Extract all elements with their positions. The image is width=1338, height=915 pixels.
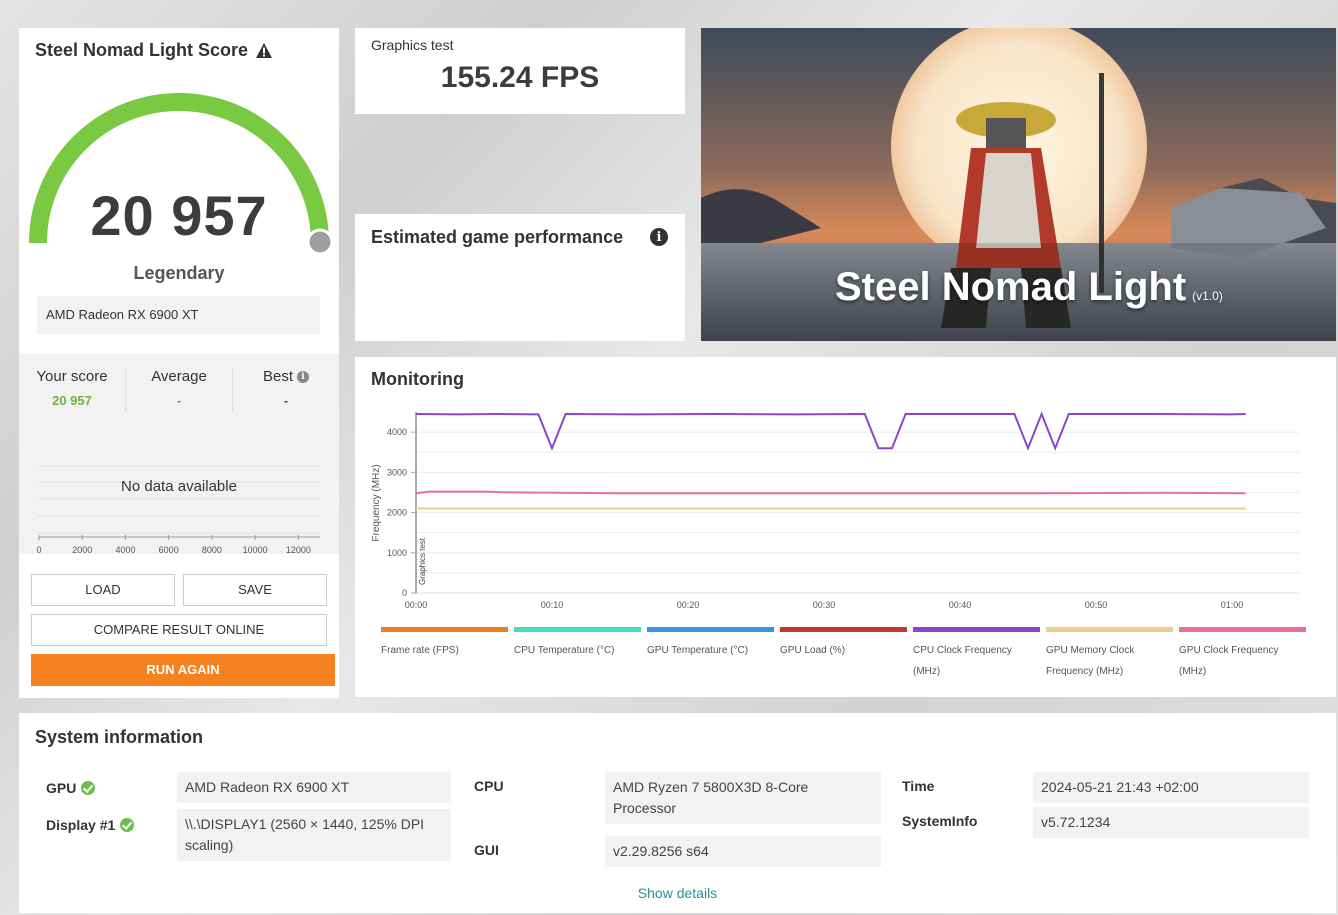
legend-swatch (1179, 627, 1306, 632)
compare-online-button[interactable]: COMPARE RESULT ONLINE (31, 614, 327, 646)
legend-item[interactable]: GPU Load (%) (780, 627, 907, 661)
score-title: Steel Nomad Light Score (35, 40, 249, 60)
x-tick-label: 00:50 (1085, 600, 1108, 610)
legend-item[interactable]: CPU Clock Frequency (MHz) (913, 627, 1040, 682)
best-value: - (283, 393, 289, 408)
histogram-tick-label: 4000 (115, 545, 135, 555)
x-tick-label: 00:20 (677, 600, 700, 610)
legend-swatch (381, 627, 508, 632)
legend-swatch (647, 627, 774, 632)
legend-label: GPU Memory Clock Frequency (MHz) (1046, 645, 1135, 677)
banner-title-text: Steel Nomad Light (835, 265, 1187, 309)
display-value: \\.\DISPLAY1 (2560 × 1440, 125% DPI scal… (177, 809, 451, 861)
average-value: - (176, 393, 182, 408)
x-tick-label: 01:00 (1221, 600, 1244, 610)
banner-title: Steel Nomad Light (v1.0) (835, 265, 1223, 310)
best-score-col: Best i - (232, 368, 339, 412)
gui-key: GUI (474, 842, 499, 858)
check-icon (81, 781, 96, 795)
legend-item[interactable]: Frame rate (FPS) (381, 627, 508, 661)
x-tick-label: 00:40 (949, 600, 972, 610)
your-score-value: 20 957 (52, 393, 92, 408)
legend-swatch (514, 627, 641, 632)
cpu-key: CPU (474, 778, 504, 794)
time-value: 2024-05-21 21:43 +02:00 (1033, 772, 1309, 803)
y-tick-label: 2000 (387, 508, 407, 518)
histogram-axis: 0 2000 4000 6000 8000 10000 12000 (36, 535, 320, 555)
series-line-gpu-clock-frequency-mhz (415, 490, 1246, 495)
best-label: Best (262, 368, 293, 385)
graphics-test-value: 155.24 FPS (440, 61, 600, 94)
score-rating: Legendary (133, 263, 225, 283)
systeminfo-value: v5.72.1234 (1033, 807, 1309, 838)
graphics-test-marker-label: Graphics test (418, 537, 427, 585)
graphics-test-label: Graphics test (371, 37, 454, 53)
time-key: Time (902, 778, 935, 794)
legend-label: GPU Load (%) (780, 645, 846, 656)
check-icon (120, 818, 135, 832)
gpu-key: GPU (46, 780, 96, 796)
y-tick-label: 0 (402, 588, 407, 598)
gpu-key-text: GPU (46, 780, 77, 796)
warning-icon[interactable] (256, 43, 273, 58)
monitoring-panel: Monitoring Graphics test 0 1000 2000 3000 400… (355, 357, 1336, 697)
legend-label: CPU Temperature (°C) (514, 645, 615, 656)
display-key-text: Display #1 (46, 817, 116, 833)
display-key: Display #1 (46, 817, 135, 833)
your-score-col: Your score 20 957 (19, 368, 125, 412)
legend-label: Frame rate (FPS) (381, 645, 459, 656)
score-comparison: Your score 20 957 Average - Best i - No … (19, 354, 339, 555)
system-info-title: System information (35, 727, 204, 747)
cpu-value: AMD Ryzen 7 5800X3D 8-Core Processor (605, 772, 881, 824)
histogram-tick-label: 8000 (202, 545, 222, 555)
x-tick-label: 00:10 (541, 600, 564, 610)
y-tick-label: 1000 (387, 548, 407, 558)
systeminfo-key: SystemInfo (902, 813, 978, 829)
score-value: 20 957 (90, 184, 268, 247)
legend-swatch (1046, 627, 1173, 632)
y-tick-label: 3000 (387, 467, 407, 477)
histogram-tick-label: 10000 (243, 545, 268, 555)
legend-item[interactable]: CPU Temperature (°C) (514, 627, 641, 661)
histogram-tick-label: 0 (36, 545, 41, 555)
histogram-tick-label: 12000 (286, 545, 311, 555)
y-axis-label: Frequency (MHz) (371, 464, 382, 541)
save-button[interactable]: SAVE (183, 574, 327, 606)
estimated-performance-title: Estimated game performance (371, 227, 624, 247)
score-title-row: Steel Nomad Light Score (35, 40, 273, 61)
series-line-cpu-clock-frequency-mhz (415, 411, 1246, 451)
legend-item[interactable]: GPU Temperature (°C) (647, 627, 774, 661)
run-again-button[interactable]: RUN AGAIN (31, 654, 335, 686)
your-score-label: Your score (36, 368, 108, 385)
y-tick-label: 4000 (387, 427, 407, 437)
legend-label: GPU Temperature (°C) (647, 645, 749, 656)
info-icon[interactable]: i (650, 228, 668, 246)
legend-swatch (913, 627, 1040, 632)
legend-label: GPU Clock Frequency (MHz) (1179, 645, 1279, 677)
show-details-link[interactable]: Show details (19, 885, 1336, 901)
legend-label: CPU Clock Frequency (MHz) (913, 645, 1012, 677)
benchmark-banner: Steel Nomad Light (v1.0) (701, 28, 1336, 341)
banner-version: (v1.0) (1192, 289, 1223, 303)
score-panel: Steel Nomad Light Score 20 957 Legendary… (19, 28, 339, 698)
gpu-name-box: AMD Radeon RX 6900 XT (37, 296, 320, 334)
load-button[interactable]: LOAD (31, 574, 175, 606)
histogram-tick-label: 6000 (159, 545, 179, 555)
legend-item[interactable]: GPU Clock Frequency (MHz) (1179, 627, 1306, 682)
estimated-performance-panel: Estimated game performance i (355, 214, 685, 341)
no-data-text: No data available (121, 478, 237, 495)
x-tick-label: 00:30 (813, 600, 836, 610)
average-label: Average (151, 368, 207, 385)
average-score-col: Average - (125, 368, 232, 412)
graphics-test-panel: Graphics test 155.24 FPS (355, 28, 685, 114)
gpu-value: AMD Radeon RX 6900 XT (177, 772, 451, 803)
x-tick-label: 00:00 (405, 600, 428, 610)
info-icon[interactable]: i (297, 370, 309, 383)
histogram-tick-label: 2000 (72, 545, 92, 555)
gui-value: v2.29.8256 s64 (605, 836, 881, 867)
system-info-panel: System information GPU AMD Radeon RX 690… (19, 713, 1336, 913)
legend-swatch (780, 627, 907, 632)
legend-item[interactable]: GPU Memory Clock Frequency (MHz) (1046, 627, 1173, 682)
